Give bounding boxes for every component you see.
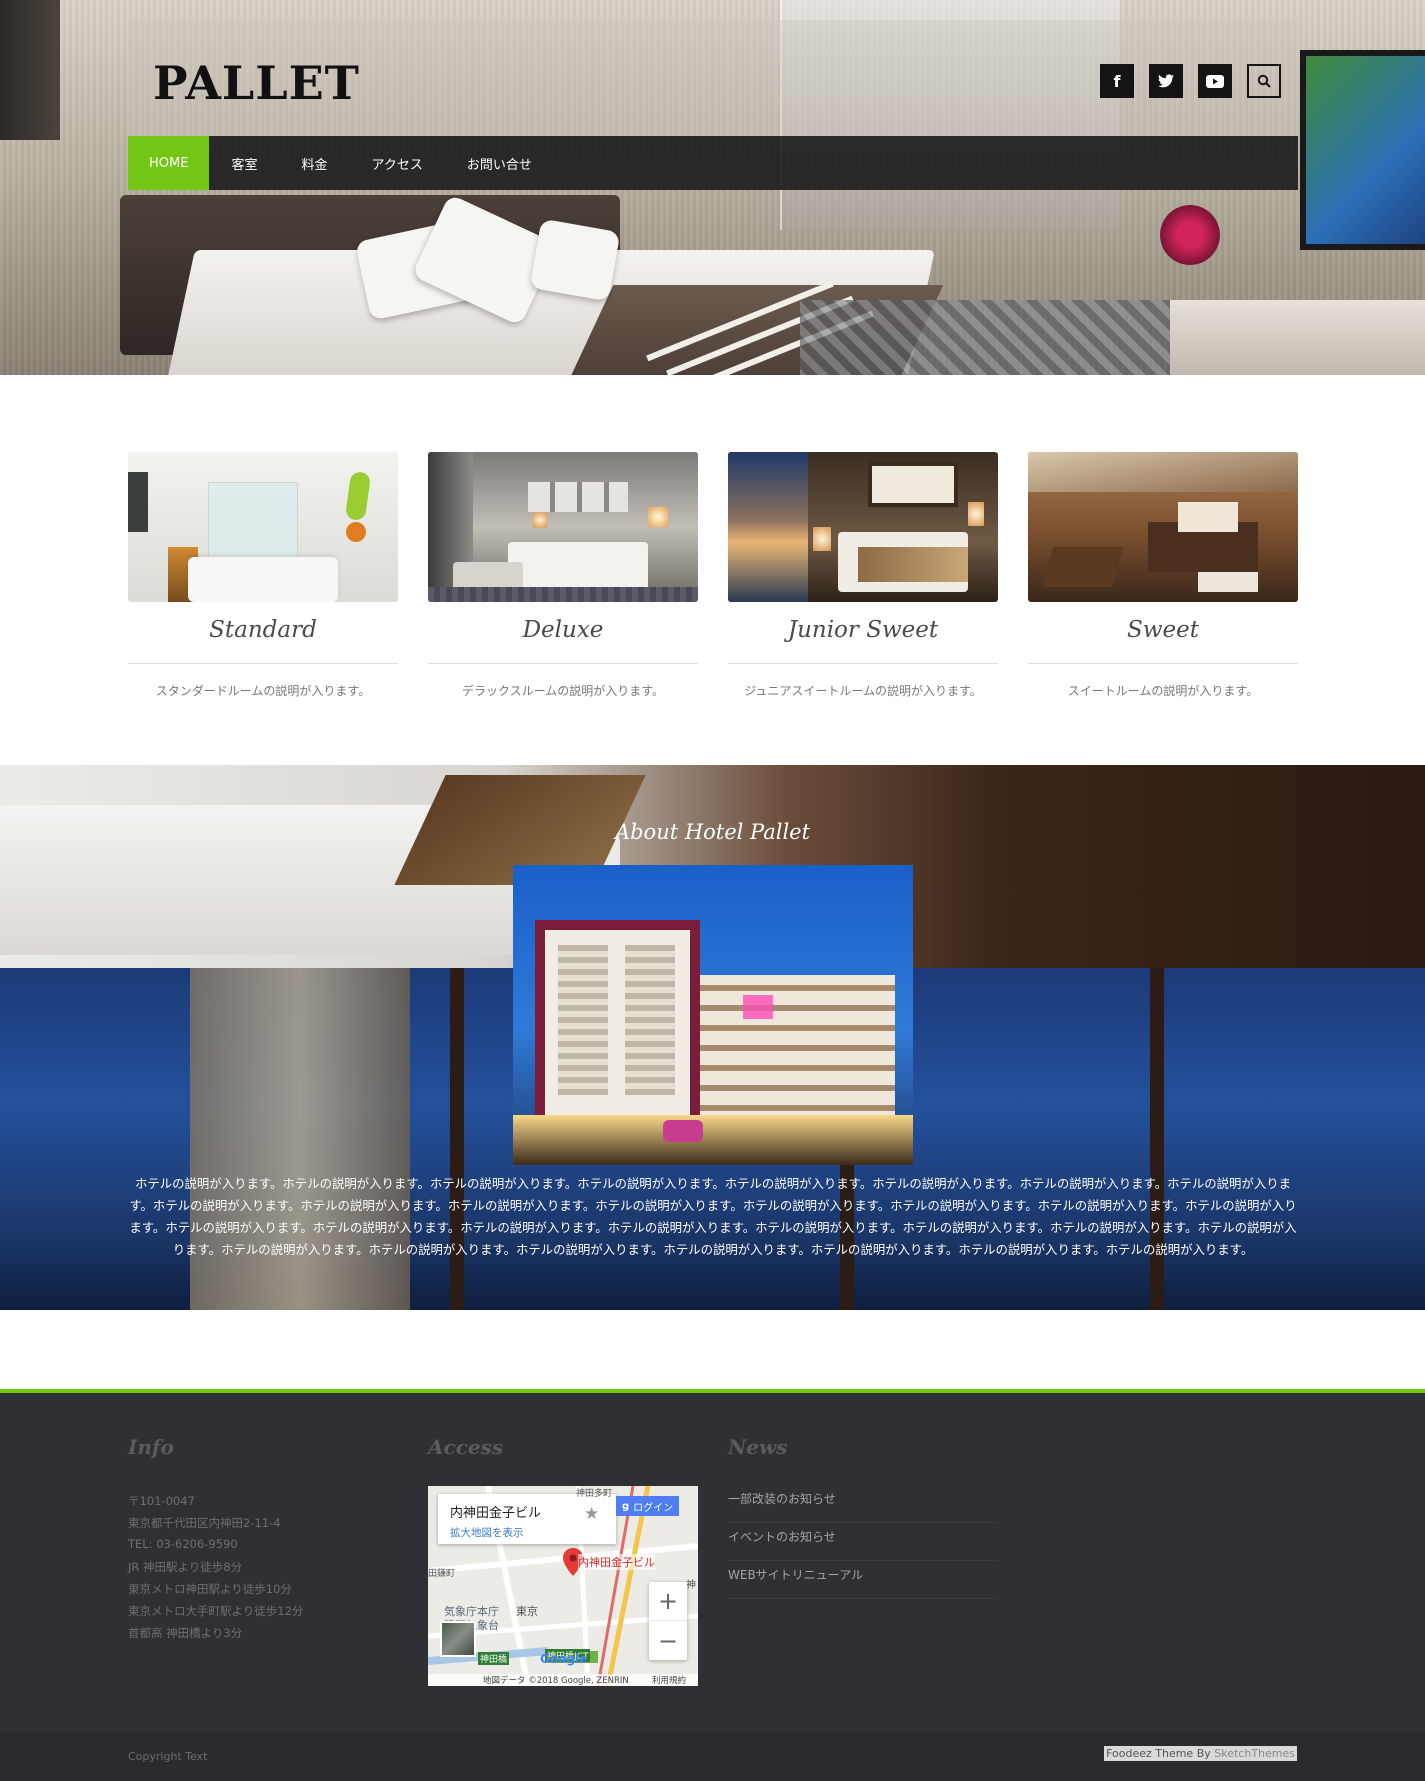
nav-item-rooms[interactable]: 客室 xyxy=(209,136,279,190)
about-text: ホテルの説明が入ります。ホテルの説明が入ります。ホテルの説明が入ります。ホテルの… xyxy=(129,1176,1297,1257)
access-metro-kanda: 東京メトロ神田駅より徒歩10分 xyxy=(128,1582,292,1596)
twitter-icon[interactable] xyxy=(1149,64,1183,98)
map-label: 神田橋 xyxy=(478,1652,510,1665)
map-zoom-control: + − xyxy=(649,1582,687,1660)
room-name[interactable]: Sweet xyxy=(1028,617,1298,657)
theme-credit: Foodeez Theme By SketchThemes xyxy=(1104,1746,1297,1761)
address-postal: 〒101-0047 xyxy=(128,1494,195,1508)
facebook-icon[interactable]: f xyxy=(1100,64,1134,98)
hero-tv xyxy=(1300,50,1425,250)
room-card-standard[interactable]: Standard スタンダードルームの説明が入ります。 xyxy=(128,452,398,699)
google-logo: Google xyxy=(540,1652,588,1666)
site-footer: Info Access News 〒101-0047 東京都千代田区内神田2-1… xyxy=(0,1389,1425,1732)
hero-pillow xyxy=(529,218,621,302)
room-desc: ジュニアスイートルームの説明が入ります。 xyxy=(744,684,982,698)
hero-banner: PALLET f HOME 客室 料金 アクセス お問い合せ xyxy=(0,0,1425,375)
main-nav: HOME 客室 料金 アクセス お問い合せ xyxy=(128,136,1298,190)
news-item[interactable]: WEBサイトリニューアル xyxy=(728,1561,998,1599)
news-item[interactable]: イベントのお知らせ xyxy=(728,1523,998,1561)
map-pin-label: 内神田金子ビル xyxy=(578,1554,655,1570)
access-expressway: 首都高 神田橋より3分 xyxy=(128,1626,243,1640)
map-label: 神田多町 xyxy=(576,1489,613,1499)
room-divider xyxy=(1028,663,1298,664)
room-name[interactable]: Junior Sweet xyxy=(728,617,998,657)
theme-credit-prefix: Foodeez Theme By xyxy=(1106,1747,1211,1760)
map-place-card: 内神田金子ビル 拡大地図を表示 ★ xyxy=(438,1494,616,1544)
about-title: About Hotel Pallet xyxy=(614,820,811,844)
footer-access-title: Access xyxy=(428,1435,504,1459)
access-metro-otemachi: 東京メトロ大手町駅より徒歩12分 xyxy=(128,1604,304,1618)
phone-number: TEL: 03-6206-9590 xyxy=(128,1537,238,1551)
map-zoom-out-button[interactable]: − xyxy=(649,1621,687,1660)
room-divider xyxy=(728,663,998,664)
about-section: About Hotel Pallet ホテルの説明が入ります。ホテルの説明が入り… xyxy=(0,765,1425,1310)
room-desc: スタンダードルームの説明が入ります。 xyxy=(155,684,371,698)
room-name[interactable]: Standard xyxy=(128,617,398,657)
map-label: 神 xyxy=(686,1580,696,1591)
room-card-junior-sweet[interactable]: Junior Sweet ジュニアスイートルームの説明が入ります。 xyxy=(728,452,998,699)
room-photo-junior-sweet[interactable] xyxy=(728,452,998,602)
nav-item-rates[interactable]: 料金 xyxy=(279,136,349,190)
nav-item-access[interactable]: アクセス xyxy=(349,136,444,190)
hero-desk xyxy=(1170,300,1425,375)
map-attribution: 地図データ ©2018 Google, ZENRIN xyxy=(483,1676,629,1686)
header-top-bar: PALLET f xyxy=(128,20,1298,136)
footer-news-title: News xyxy=(728,1435,788,1459)
room-card-deluxe[interactable]: Deluxe デラックスルームの説明が入ります。 xyxy=(428,452,698,699)
address-street: 東京都千代田区内神田2-11-4 xyxy=(128,1516,281,1530)
footer-info-title: Info xyxy=(128,1435,174,1459)
map-attribution-bar: 地図データ ©2018 Google, ZENRIN 利用規約 xyxy=(428,1674,698,1686)
youtube-icon[interactable] xyxy=(1198,64,1232,98)
star-icon[interactable]: ★ xyxy=(584,1504,599,1524)
news-item[interactable]: 一部改装のお知らせ xyxy=(728,1485,998,1523)
room-photo-standard[interactable] xyxy=(128,452,398,602)
room-divider xyxy=(428,663,698,664)
map-place-name: 内神田金子ビル xyxy=(450,1506,542,1521)
map-label: 田鎌町 xyxy=(428,1569,456,1579)
map-enlarge-link[interactable]: 拡大地図を表示 xyxy=(450,1525,524,1540)
room-card-sweet[interactable]: Sweet スイートルームの説明が入ります。 xyxy=(1028,452,1298,699)
map-label: 東京 xyxy=(516,1605,538,1618)
site-header: PALLET f HOME 客室 料金 アクセス お問い合せ xyxy=(128,20,1298,190)
nav-item-contact[interactable]: お問い合せ xyxy=(445,136,554,190)
search-icon[interactable] xyxy=(1247,64,1281,98)
hero-lamp xyxy=(0,0,60,140)
room-photo-sweet[interactable] xyxy=(1028,452,1298,602)
map-zoom-in-button[interactable]: + xyxy=(649,1582,687,1621)
room-desc: デラックスルームの説明が入ります。 xyxy=(461,684,665,698)
room-photo-deluxe[interactable] xyxy=(428,452,698,602)
google-map[interactable]: 内神田金子ビル 拡大地図を表示 ★ g ログイン 内神田金子ビル 神田多町 田鎌… xyxy=(428,1486,698,1686)
room-name[interactable]: Deluxe xyxy=(428,617,698,657)
room-divider xyxy=(128,663,398,664)
hero-flowers xyxy=(1160,205,1220,265)
nav-item-home[interactable]: HOME xyxy=(128,136,210,190)
map-login-label: ログイン xyxy=(633,1502,674,1514)
access-jr: JR 神田駅より徒歩8分 xyxy=(128,1560,243,1574)
theme-credit-link[interactable]: SketchThemes xyxy=(1214,1747,1295,1760)
google-plus-icon: g xyxy=(622,1500,630,1512)
map-terms-link[interactable]: 利用規約 xyxy=(652,1674,686,1686)
site-logo[interactable]: PALLET xyxy=(153,56,360,110)
room-desc: スイートルームの説明が入ります。 xyxy=(1067,684,1259,698)
footer-bottom-bar: Copyright Text Foodeez Theme By SketchTh… xyxy=(0,1732,1425,1781)
map-satellite-thumb[interactable] xyxy=(440,1621,476,1657)
hotel-exterior-photo xyxy=(513,865,913,1165)
map-login-button[interactable]: g ログイン xyxy=(616,1496,680,1516)
copyright-text: Copyright Text xyxy=(128,1750,208,1763)
